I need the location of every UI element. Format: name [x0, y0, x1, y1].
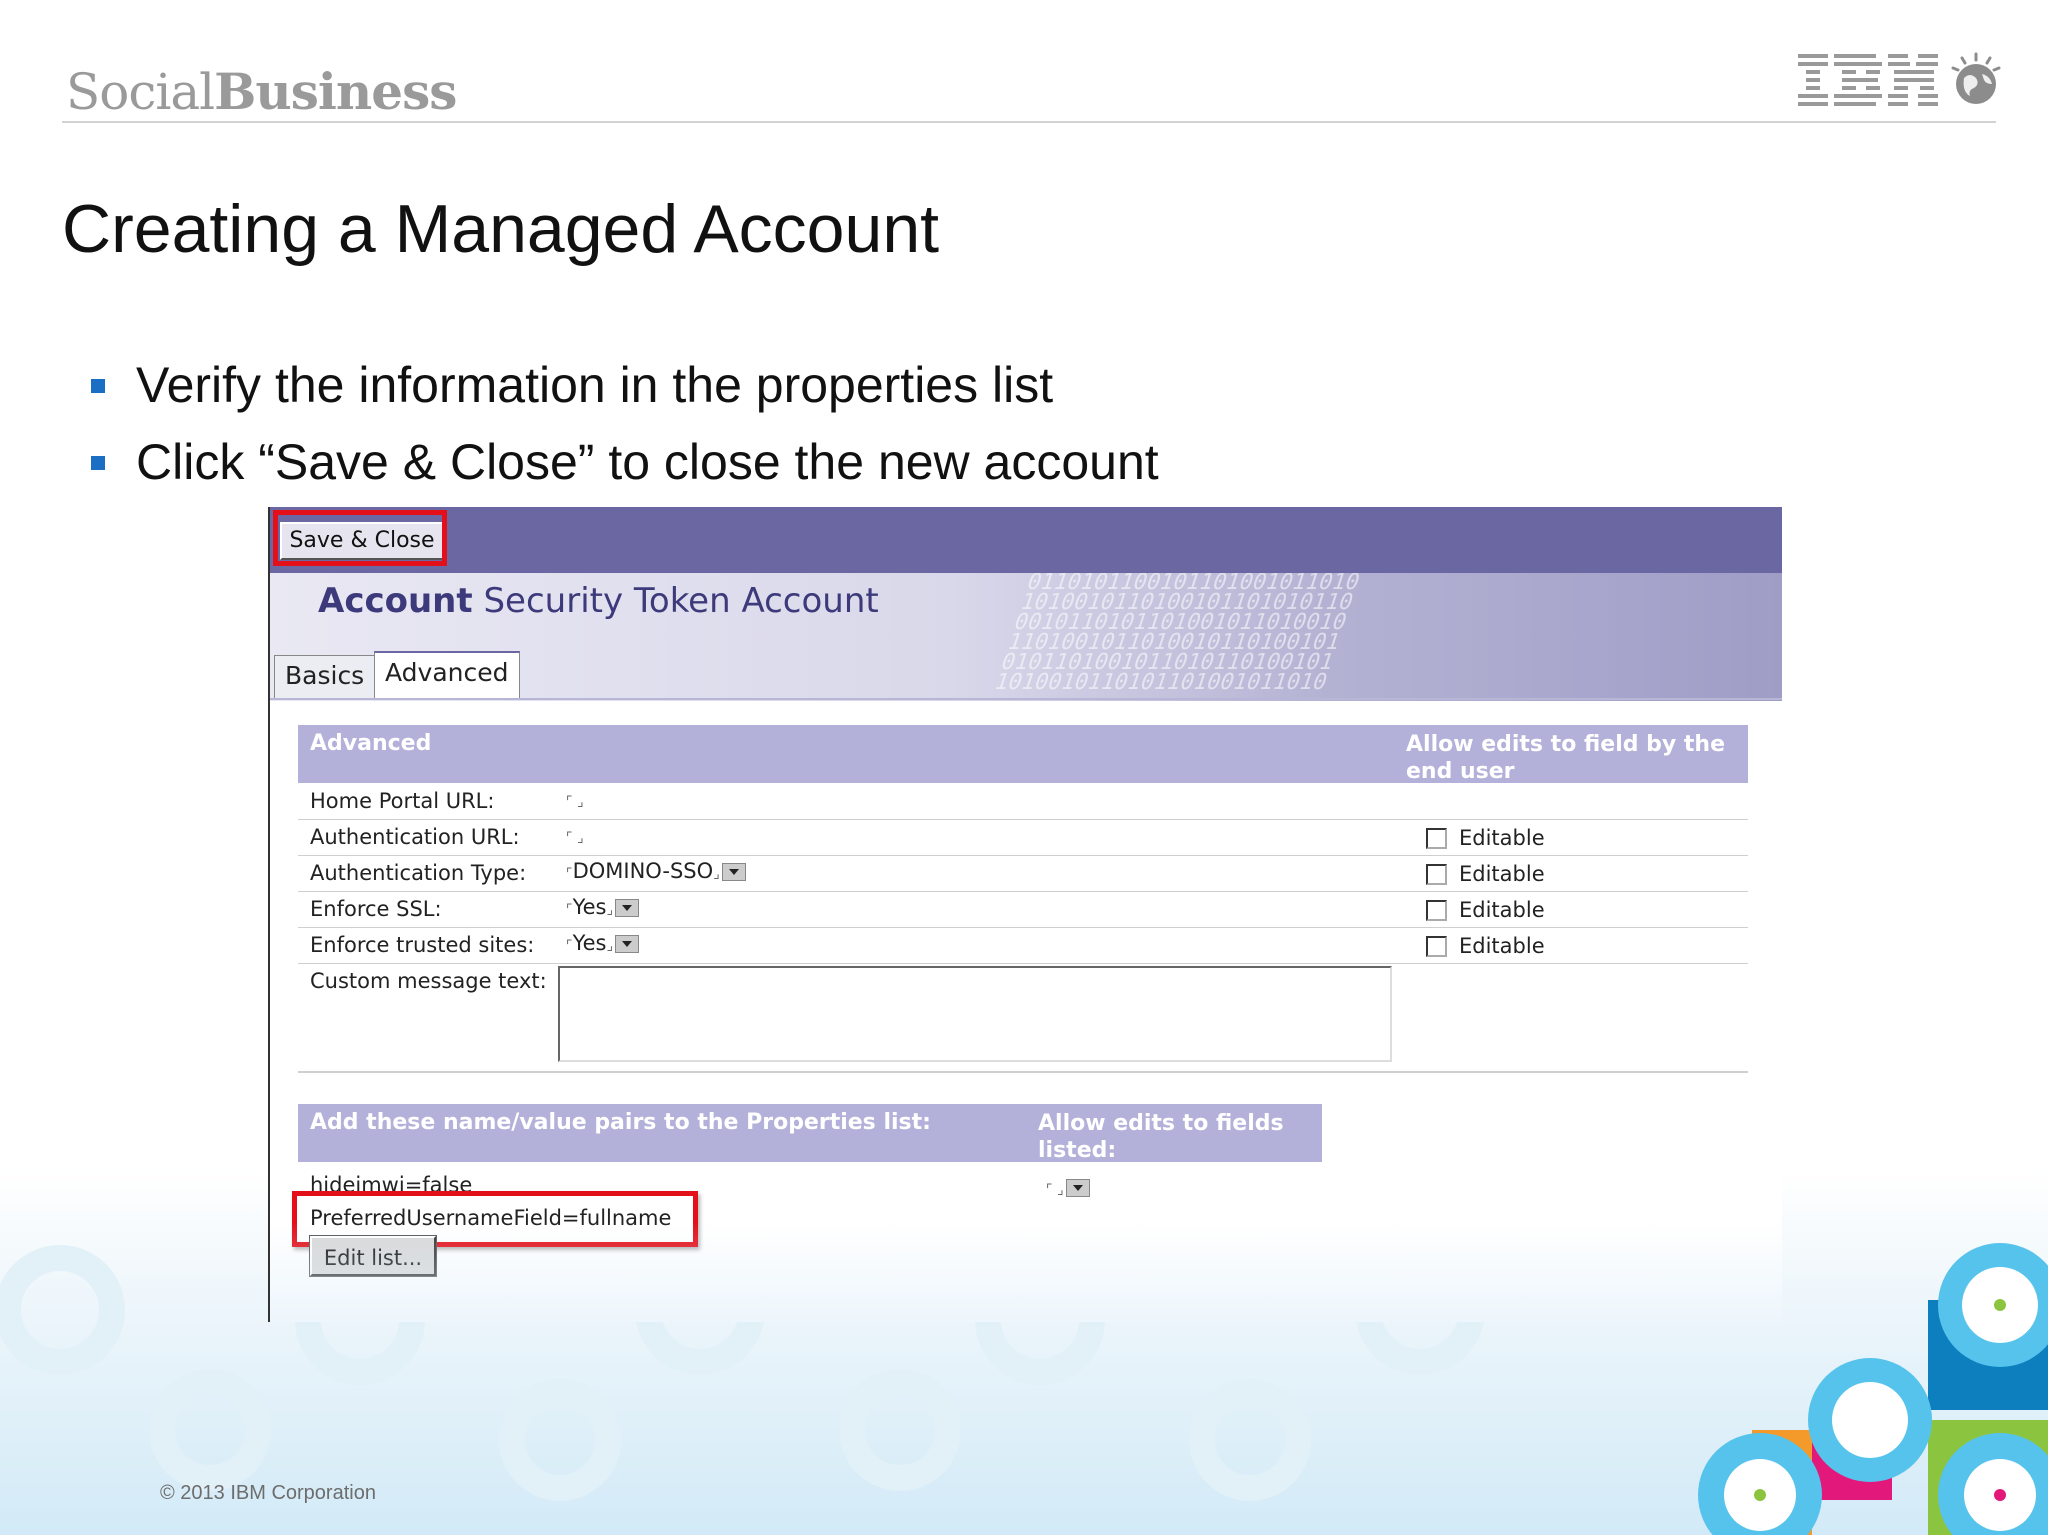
bullet-text: Verify the information in the properties… [136, 357, 1054, 413]
dropdown-arrow-icon[interactable] [615, 935, 640, 953]
bullet-square-icon [91, 379, 105, 393]
field-bracket-icon: ⌜ ⌟ [1046, 1182, 1064, 1198]
dropdown-arrow-icon[interactable] [1065, 1179, 1090, 1197]
field-row-home-portal-url: Home Portal URL: ⌜ ⌟ [298, 783, 1748, 820]
binary-background-decoration: 0110101100101101001011010 10100101101001… [991, 573, 1363, 695]
checkbox-icon [1426, 863, 1447, 885]
slide-title: Creating a Managed Account [62, 191, 940, 267]
ibm-logo-icon [1798, 54, 1938, 106]
section-divider [298, 1071, 1748, 1073]
advanced-section-header: Advanced Allow edits to field by the end… [298, 725, 1748, 784]
edit-list-button[interactable]: Edit list... [309, 1235, 437, 1277]
field-row-authentication-url: Authentication URL: ⌜ ⌟ Editable [298, 819, 1748, 856]
editable-checkbox[interactable]: Editable [1426, 861, 1545, 886]
editable-checkbox[interactable]: Editable [1426, 933, 1545, 958]
field-label: Authentication URL: [310, 825, 520, 849]
home-portal-url-input[interactable]: ⌜ ⌟ [566, 787, 584, 811]
bullet-item: Click “Save & Close” to close the new ac… [88, 432, 1159, 509]
properties-header-label: Add these name/value pairs to the Proper… [310, 1110, 931, 1135]
custom-message-label: Custom message text: [310, 969, 547, 993]
form-title-bold: Account [318, 581, 473, 621]
brand-light: Social [66, 63, 215, 121]
authentication-type-select[interactable]: ⌜DOMINO-SSO⌟ [566, 859, 746, 883]
globe-icon [1951, 52, 2001, 104]
field-bracket-icon: ⌜ ⌟ [566, 830, 584, 846]
field-row-authentication-type: Authentication Type: ⌜DOMINO-SSO⌟ Editab… [298, 855, 1748, 892]
authentication-url-input[interactable]: ⌜ ⌟ [566, 823, 584, 847]
property-item: hideimwi=false [310, 1173, 473, 1191]
checkbox-icon [1426, 899, 1447, 921]
tab-basics[interactable]: Basics [274, 655, 376, 698]
field-label: Authentication Type: [310, 861, 527, 885]
account-form-screenshot: Save & Close 0110101100101101001011010 1… [268, 507, 1782, 1322]
field-row-enforce-ssl: Enforce SSL: ⌜Yes⌟ Editable [298, 891, 1748, 928]
field-label: Home Portal URL: [310, 789, 495, 813]
tab-underline [270, 698, 1782, 700]
checkbox-icon [1426, 935, 1447, 957]
custom-message-textarea[interactable] [558, 966, 1392, 1062]
brand-bold: Business [214, 62, 457, 121]
form-title-rest: Security Token Account [483, 581, 879, 621]
advanced-header-label: Advanced [310, 731, 432, 756]
bullet-square-icon [91, 456, 105, 470]
dropdown-arrow-icon[interactable] [721, 863, 746, 881]
field-label: Enforce trusted sites: [310, 933, 535, 957]
copyright: © 2013 IBM Corporation [160, 1482, 376, 1504]
editable-checkbox[interactable]: Editable [1426, 825, 1545, 850]
enforce-trusted-sites-select[interactable]: ⌜Yes⌟ [566, 931, 640, 955]
properties-allow-edits-header: Allow edits to fields listed: [1038, 1111, 1284, 1163]
allowed-fields-select[interactable]: ⌜ ⌟ [1046, 1175, 1090, 1199]
action-toolbar: Save & Close [270, 507, 1782, 573]
dropdown-arrow-icon[interactable] [615, 899, 640, 917]
editable-checkbox[interactable]: Editable [1426, 897, 1545, 922]
form-title: Account Security Token Account [318, 581, 879, 621]
properties-section-header: Add these name/value pairs to the Proper… [298, 1104, 1322, 1163]
enforce-ssl-select[interactable]: ⌜Yes⌟ [566, 895, 640, 919]
bullet-text: Click “Save & Close” to close the new ac… [136, 434, 1159, 490]
bullet-item: Verify the information in the properties… [88, 355, 1159, 432]
brand-wordmark: SocialBusiness [66, 62, 457, 121]
field-row-enforce-trusted-sites: Enforce trusted sites: ⌜Yes⌟ Editable [298, 927, 1748, 964]
save-close-highlight [273, 510, 447, 566]
header-divider [62, 121, 1996, 123]
field-label: Enforce SSL: [310, 897, 442, 921]
allow-edits-header: Allow edits to field by the end user [1406, 732, 1725, 784]
bullet-list: Verify the information in the properties… [88, 355, 1159, 509]
tab-advanced[interactable]: Advanced [374, 651, 520, 699]
field-bracket-icon: ⌜ ⌟ [566, 794, 584, 810]
checkbox-icon [1426, 827, 1447, 849]
